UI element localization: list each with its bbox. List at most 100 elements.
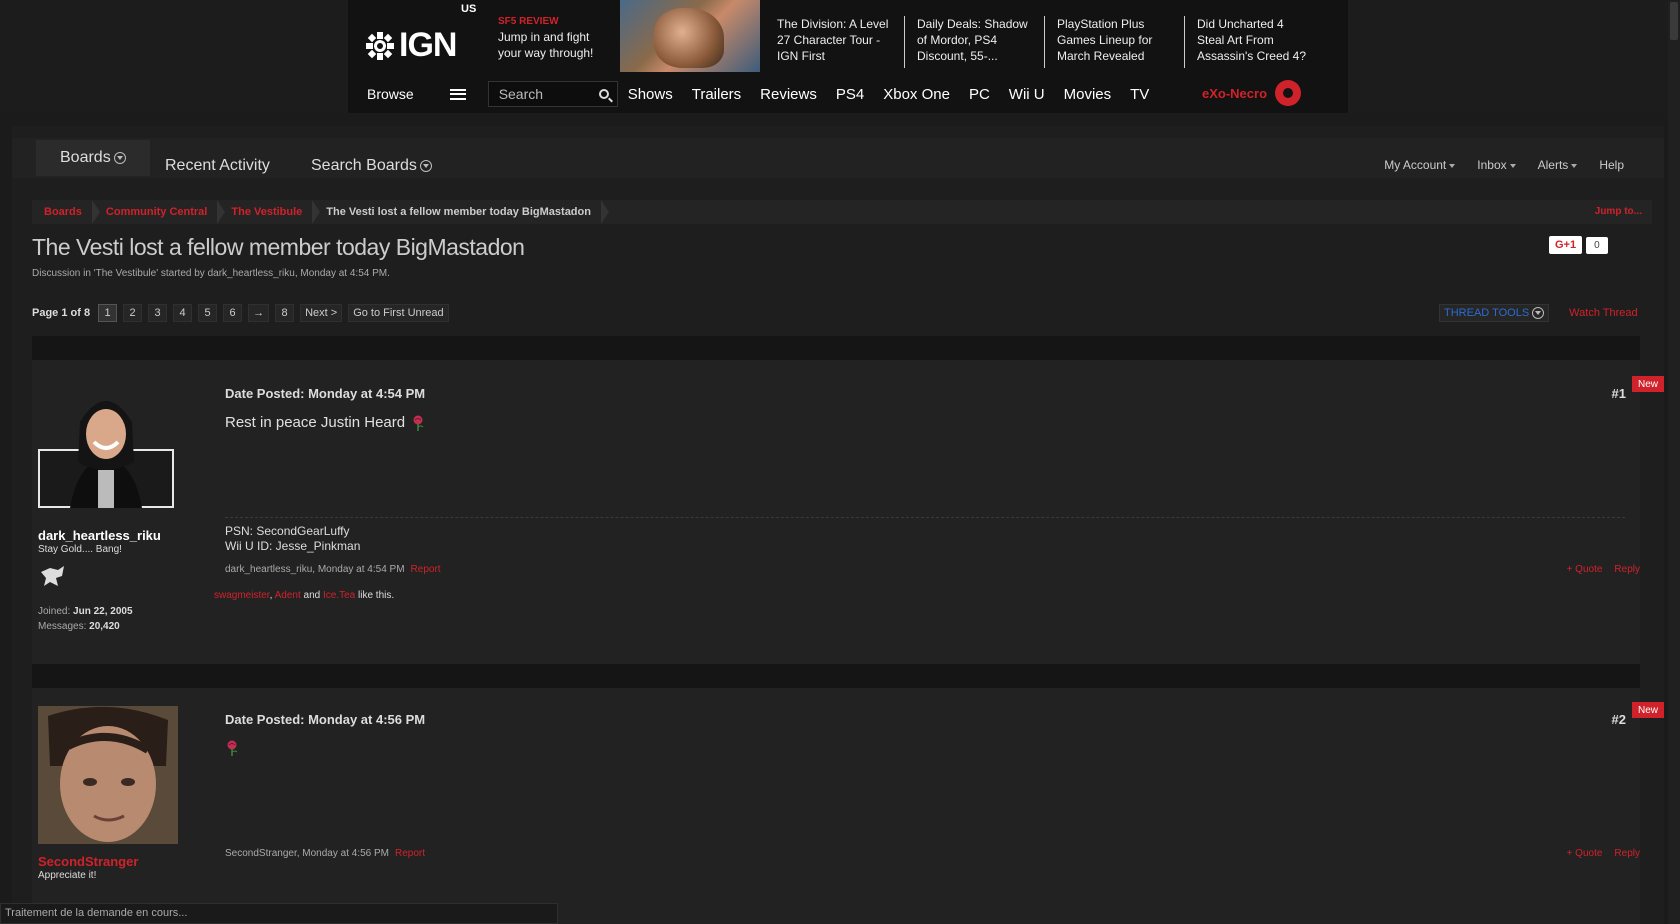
page-link[interactable]: 1 [98,304,118,322]
headline-link[interactable]: PlayStation Plus Games Lineup for March … [1045,16,1185,68]
breadcrumb-vestibule[interactable]: The Vestibule [219,200,321,224]
report-link[interactable]: Report [395,848,425,859]
post-author-time[interactable]: dark_heartless_riku, Monday at 4:54 PM [225,564,405,575]
liker-link[interactable]: Ice.Tea [323,590,355,601]
user-badge-icon[interactable] [1275,80,1302,106]
nav-ps4[interactable]: PS4 [836,86,864,103]
thread-tools-button[interactable]: THREAD TOOLS [1439,304,1550,322]
likes-summary: swagmeister, Adent and Ice.Tea like this… [214,590,394,601]
post-number[interactable]: #2 [1612,712,1626,727]
nav-wii-u[interactable]: Wii U [1009,86,1045,103]
region-selector[interactable]: US [461,3,476,15]
chevron-down-icon [113,152,126,164]
post-2: SecondStranger Appreciate it! Date Poste… [32,688,1664,924]
board-tabs: Boards Recent Activity Search Boards My … [12,138,1664,178]
my-account-link[interactable]: My Account [1384,158,1456,172]
nav-tv[interactable]: TV [1130,86,1149,103]
nav-movies[interactable]: Movies [1064,86,1112,103]
user-title: Appreciate it! [38,870,97,881]
post-1: dark_heartless_riku Stay Gold.... Bang! … [32,360,1664,664]
tab-search-boards[interactable]: Search Boards [297,146,446,186]
tab-recent-label: Recent Activity [165,157,270,174]
pagination: Page 1 of 8 1 2 3 4 5 6 → 8 Next > Go to… [32,304,449,322]
breadcrumb: Boards Community Central The Vestibule T… [32,200,1652,224]
next-page-link[interactable]: Next > [300,304,343,322]
nav-reviews[interactable]: Reviews [760,86,817,103]
promo-tag[interactable]: SF5 REVIEW [498,16,613,27]
nav-xbox-one[interactable]: Xbox One [883,86,950,103]
page-link[interactable]: 5 [198,304,218,322]
header-username[interactable]: eXo-Necro [1202,86,1267,101]
browse-link[interactable]: Browse [367,86,414,102]
post-author-time[interactable]: SecondStranger, Monday at 4:56 PM [225,848,389,859]
gplus-button[interactable]: G+1 [1549,236,1583,254]
signature-wiiu: Wii U ID: Jesse_Pinkman [225,539,361,553]
watch-thread-link[interactable]: Watch Thread [1569,307,1637,319]
messages-value: 20,420 [89,621,120,632]
post-date: Date Posted: Monday at 4:54 PM [225,386,426,401]
avatar[interactable] [38,382,174,508]
report-link[interactable]: Report [411,564,441,575]
breadcrumb-boards[interactable]: Boards [32,200,100,224]
reply-button[interactable]: Reply [1614,848,1640,859]
promo-block[interactable]: SF5 REVIEW Jump in and fight your way th… [498,16,613,61]
scrollbar-thumb[interactable] [1670,2,1678,40]
breadcrumb-current-thread[interactable]: The Vesti lost a fellow member today Big… [314,200,609,224]
likes-suffix: like this. [358,590,395,601]
quote-button[interactable]: + Quote [1567,564,1603,575]
search-icon[interactable] [598,89,609,99]
caret-icon [1449,163,1456,168]
tab-boards[interactable]: Boards [36,140,150,176]
promo-image[interactable] [620,0,760,72]
page-link[interactable]: 6 [223,304,243,322]
page-link[interactable]: 4 [173,304,193,322]
my-account-label: My Account [1384,158,1447,172]
first-unread-link[interactable]: Go to First Unread [348,304,449,322]
caret-icon [1571,163,1578,168]
avatar[interactable] [38,706,178,844]
user-menu[interactable]: eXo-Necro [1202,80,1302,106]
promo-text[interactable]: Jump in and fight your way through! [498,29,613,61]
post-username[interactable]: dark_heartless_riku [38,528,161,543]
nav-shows[interactable]: Shows [628,86,673,103]
quote-button[interactable]: + Quote [1567,848,1603,859]
chevron-down-icon [419,160,432,172]
thread-tools-label: THREAD TOOLS [1444,307,1530,319]
post-signature: PSN: SecondGearLuffy Wii U ID: Jesse_Pin… [225,517,1625,554]
alerts-link[interactable]: Alerts [1538,158,1578,172]
post-footer: dark_heartless_riku, Monday at 4:54 PM Re… [225,564,441,575]
reply-button[interactable]: Reply [1614,564,1640,575]
search-input[interactable]: Search [487,81,618,107]
page-scrollbar[interactable] [1668,0,1680,924]
caret-icon [1509,163,1516,168]
menu-icon[interactable] [449,88,466,100]
liker-link[interactable]: swagmeister [214,590,270,601]
liker-link[interactable]: Adent [275,590,301,601]
page-link[interactable]: 2 [123,304,143,322]
headline-link[interactable]: Did Uncharted 4 Steal Art From Assassin'… [1185,16,1325,68]
user-title: Stay Gold.... Bang! [38,544,122,555]
post-body: Rest in peace Justin Heard [225,414,425,431]
user-rank-icon [41,566,64,586]
new-badge: New [1632,702,1664,718]
post-number[interactable]: #1 [1612,386,1626,401]
nav-trailers[interactable]: Trailers [692,86,741,103]
breadcrumb-community-central[interactable]: Community Central [94,200,226,224]
alerts-label: Alerts [1537,158,1569,172]
inbox-link[interactable]: Inbox [1477,158,1516,172]
jump-to-link[interactable]: Jump to... [1595,206,1642,217]
help-link[interactable]: Help [1599,158,1624,172]
tab-search-label: Search Boards [311,157,417,174]
thread-tools-bar: THREAD TOOLS Watch Thread [1439,304,1638,322]
ign-logo[interactable]: IGN [365,26,457,65]
page-label: Page 1 of 8 [32,307,91,319]
page-link[interactable]: 8 [275,304,295,322]
page-link[interactable]: 3 [148,304,168,322]
tab-recent-activity[interactable]: Recent Activity [151,146,284,186]
ign-logo-icon [366,31,394,60]
headline-link[interactable]: The Division: A Level 27 Character Tour … [765,16,905,68]
page-jump[interactable]: → [248,304,270,322]
post-username[interactable]: SecondStranger [38,854,138,869]
nav-pc[interactable]: PC [969,86,990,103]
headline-link[interactable]: Daily Deals: Shadow of Mordor, PS4 Disco… [905,16,1045,68]
